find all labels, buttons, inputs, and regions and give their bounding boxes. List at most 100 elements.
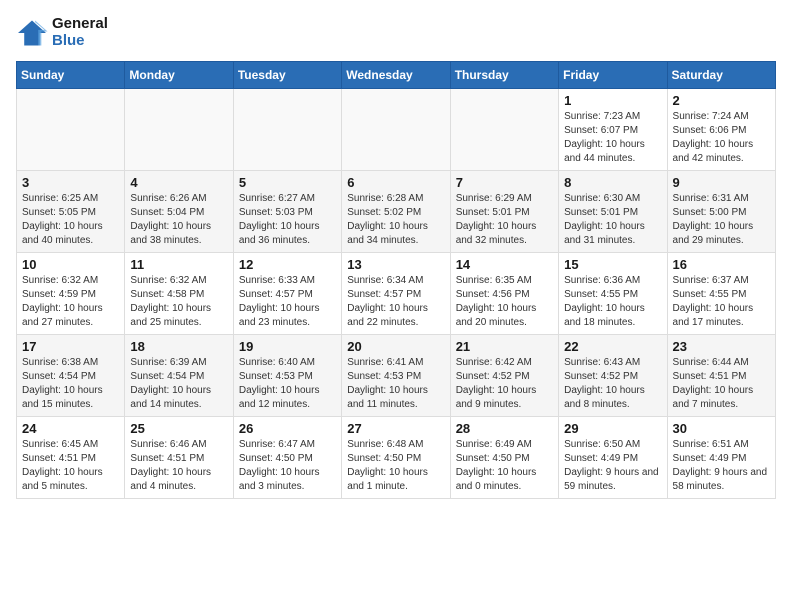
day-info: Sunrise: 6:26 AMSunset: 5:04 PMDaylight:… [130, 192, 227, 248]
calendar-cell: 20 Sunrise: 6:41 AMSunset: 4:53 PMDayligh… [342, 335, 450, 417]
day-info: Sunrise: 7:23 AMSunset: 6:07 PMDaylight:… [564, 110, 661, 166]
day-number: 29 [564, 421, 661, 436]
calendar-cell [342, 89, 450, 171]
day-info: Sunrise: 6:47 AMSunset: 4:50 PMDaylight:… [239, 438, 336, 494]
day-number: 25 [130, 421, 227, 436]
calendar-cell: 1 Sunrise: 7:23 AMSunset: 6:07 PMDaylight… [559, 89, 667, 171]
calendar-cell [450, 89, 558, 171]
day-number: 15 [564, 257, 661, 272]
calendar-cell: 3 Sunrise: 6:25 AMSunset: 5:05 PMDaylight… [17, 171, 125, 253]
day-number: 7 [456, 175, 553, 190]
calendar-week-row: 17 Sunrise: 6:38 AMSunset: 4:54 PMDayligh… [17, 335, 776, 417]
calendar-cell: 24 Sunrise: 6:45 AMSunset: 4:51 PMDayligh… [17, 417, 125, 499]
day-number: 27 [347, 421, 444, 436]
calendar-cell: 4 Sunrise: 6:26 AMSunset: 5:04 PMDaylight… [125, 171, 233, 253]
day-info: Sunrise: 6:25 AMSunset: 5:05 PMDaylight:… [22, 192, 119, 248]
day-info: Sunrise: 6:37 AMSunset: 4:55 PMDaylight:… [673, 274, 770, 330]
day-info: Sunrise: 6:40 AMSunset: 4:53 PMDaylight:… [239, 356, 336, 412]
calendar-cell: 28 Sunrise: 6:49 AMSunset: 4:50 PMDayligh… [450, 417, 558, 499]
day-number: 1 [564, 93, 661, 108]
day-info: Sunrise: 6:32 AMSunset: 4:59 PMDaylight:… [22, 274, 119, 330]
day-number: 20 [347, 339, 444, 354]
day-info: Sunrise: 6:33 AMSunset: 4:57 PMDaylight:… [239, 274, 336, 330]
day-info: Sunrise: 6:34 AMSunset: 4:57 PMDaylight:… [347, 274, 444, 330]
day-number: 13 [347, 257, 444, 272]
weekday-header-row: SundayMondayTuesdayWednesdayThursdayFrid… [17, 62, 776, 89]
calendar-week-row: 1 Sunrise: 7:23 AMSunset: 6:07 PMDaylight… [17, 89, 776, 171]
calendar-cell: 9 Sunrise: 6:31 AMSunset: 5:00 PMDaylight… [667, 171, 775, 253]
calendar-cell [17, 89, 125, 171]
calendar-cell: 14 Sunrise: 6:35 AMSunset: 4:56 PMDayligh… [450, 253, 558, 335]
day-number: 9 [673, 175, 770, 190]
day-info: Sunrise: 6:38 AMSunset: 4:54 PMDaylight:… [22, 356, 119, 412]
day-number: 4 [130, 175, 227, 190]
calendar-cell: 10Sunrise: 6:32 AMSunset: 4:59 PMDayligh… [17, 253, 125, 335]
weekday-header-wednesday: Wednesday [342, 62, 450, 89]
day-info: Sunrise: 6:30 AMSunset: 5:01 PMDaylight:… [564, 192, 661, 248]
calendar-cell: 27 Sunrise: 6:48 AMSunset: 4:50 PMDayligh… [342, 417, 450, 499]
day-info: Sunrise: 6:51 AMSunset: 4:49 PMDaylight:… [673, 438, 770, 494]
weekday-header-sunday: Sunday [17, 62, 125, 89]
day-number: 18 [130, 339, 227, 354]
calendar-cell [233, 89, 341, 171]
day-info: Sunrise: 6:31 AMSunset: 5:00 PMDaylight:… [673, 192, 770, 248]
day-number: 16 [673, 257, 770, 272]
day-info: Sunrise: 6:43 AMSunset: 4:52 PMDaylight:… [564, 356, 661, 412]
weekday-header-monday: Monday [125, 62, 233, 89]
day-info: Sunrise: 6:44 AMSunset: 4:51 PMDaylight:… [673, 356, 770, 412]
day-info: Sunrise: 6:49 AMSunset: 4:50 PMDaylight:… [456, 438, 553, 494]
day-number: 6 [347, 175, 444, 190]
day-number: 24 [22, 421, 119, 436]
day-number: 3 [22, 175, 119, 190]
day-number: 8 [564, 175, 661, 190]
calendar-cell: 19Sunrise: 6:40 AMSunset: 4:53 PMDayligh… [233, 335, 341, 417]
calendar-cell: 16 Sunrise: 6:37 AMSunset: 4:55 PMDayligh… [667, 253, 775, 335]
calendar-cell: 11 Sunrise: 6:32 AMSunset: 4:58 PMDayligh… [125, 253, 233, 335]
calendar-week-row: 10Sunrise: 6:32 AMSunset: 4:59 PMDayligh… [17, 253, 776, 335]
calendar-week-row: 24 Sunrise: 6:45 AMSunset: 4:51 PMDayligh… [17, 417, 776, 499]
day-info: Sunrise: 6:41 AMSunset: 4:53 PMDaylight:… [347, 356, 444, 412]
logo: General Blue [16, 16, 108, 49]
calendar-cell: 18Sunrise: 6:39 AMSunset: 4:54 PMDayligh… [125, 335, 233, 417]
calendar-cell: 25 Sunrise: 6:46 AMSunset: 4:51 PMDayligh… [125, 417, 233, 499]
calendar-cell: 7 Sunrise: 6:29 AMSunset: 5:01 PMDaylight… [450, 171, 558, 253]
day-info: Sunrise: 6:28 AMSunset: 5:02 PMDaylight:… [347, 192, 444, 248]
calendar-cell: 2Sunrise: 7:24 AMSunset: 6:06 PMDaylight… [667, 89, 775, 171]
day-number: 14 [456, 257, 553, 272]
calendar-week-row: 3 Sunrise: 6:25 AMSunset: 5:05 PMDaylight… [17, 171, 776, 253]
day-number: 17 [22, 339, 119, 354]
calendar-cell: 22 Sunrise: 6:43 AMSunset: 4:52 PMDayligh… [559, 335, 667, 417]
day-number: 22 [564, 339, 661, 354]
day-number: 23 [673, 339, 770, 354]
day-info: Sunrise: 6:36 AMSunset: 4:55 PMDaylight:… [564, 274, 661, 330]
calendar-cell: 21Sunrise: 6:42 AMSunset: 4:52 PMDayligh… [450, 335, 558, 417]
weekday-header-thursday: Thursday [450, 62, 558, 89]
day-info: Sunrise: 6:35 AMSunset: 4:56 PMDaylight:… [456, 274, 553, 330]
day-number: 2 [673, 93, 770, 108]
day-info: Sunrise: 6:27 AMSunset: 5:03 PMDaylight:… [239, 192, 336, 248]
day-info: Sunrise: 6:50 AMSunset: 4:49 PMDaylight:… [564, 438, 661, 494]
day-info: Sunrise: 6:46 AMSunset: 4:51 PMDaylight:… [130, 438, 227, 494]
calendar-cell: 8 Sunrise: 6:30 AMSunset: 5:01 PMDaylight… [559, 171, 667, 253]
logo-text: General Blue [52, 16, 108, 49]
day-info: Sunrise: 6:45 AMSunset: 4:51 PMDaylight:… [22, 438, 119, 494]
calendar-cell: 15 Sunrise: 6:36 AMSunset: 4:55 PMDayligh… [559, 253, 667, 335]
logo-icon [16, 19, 48, 47]
calendar-cell: 13 Sunrise: 6:34 AMSunset: 4:57 PMDayligh… [342, 253, 450, 335]
calendar-cell: 29 Sunrise: 6:50 AMSunset: 4:49 PMDayligh… [559, 417, 667, 499]
day-number: 11 [130, 257, 227, 272]
day-number: 21 [456, 339, 553, 354]
calendar-cell: 23 Sunrise: 6:44 AMSunset: 4:51 PMDayligh… [667, 335, 775, 417]
day-info: Sunrise: 6:29 AMSunset: 5:01 PMDaylight:… [456, 192, 553, 248]
page-header: General Blue [16, 16, 776, 49]
weekday-header-friday: Friday [559, 62, 667, 89]
day-info: Sunrise: 6:48 AMSunset: 4:50 PMDaylight:… [347, 438, 444, 494]
calendar-cell: 6 Sunrise: 6:28 AMSunset: 5:02 PMDaylight… [342, 171, 450, 253]
day-number: 28 [456, 421, 553, 436]
day-info: Sunrise: 6:32 AMSunset: 4:58 PMDaylight:… [130, 274, 227, 330]
weekday-header-tuesday: Tuesday [233, 62, 341, 89]
day-number: 26 [239, 421, 336, 436]
calendar-cell: 12Sunrise: 6:33 AMSunset: 4:57 PMDayligh… [233, 253, 341, 335]
calendar-table: SundayMondayTuesdayWednesdayThursdayFrid… [16, 61, 776, 499]
weekday-header-saturday: Saturday [667, 62, 775, 89]
